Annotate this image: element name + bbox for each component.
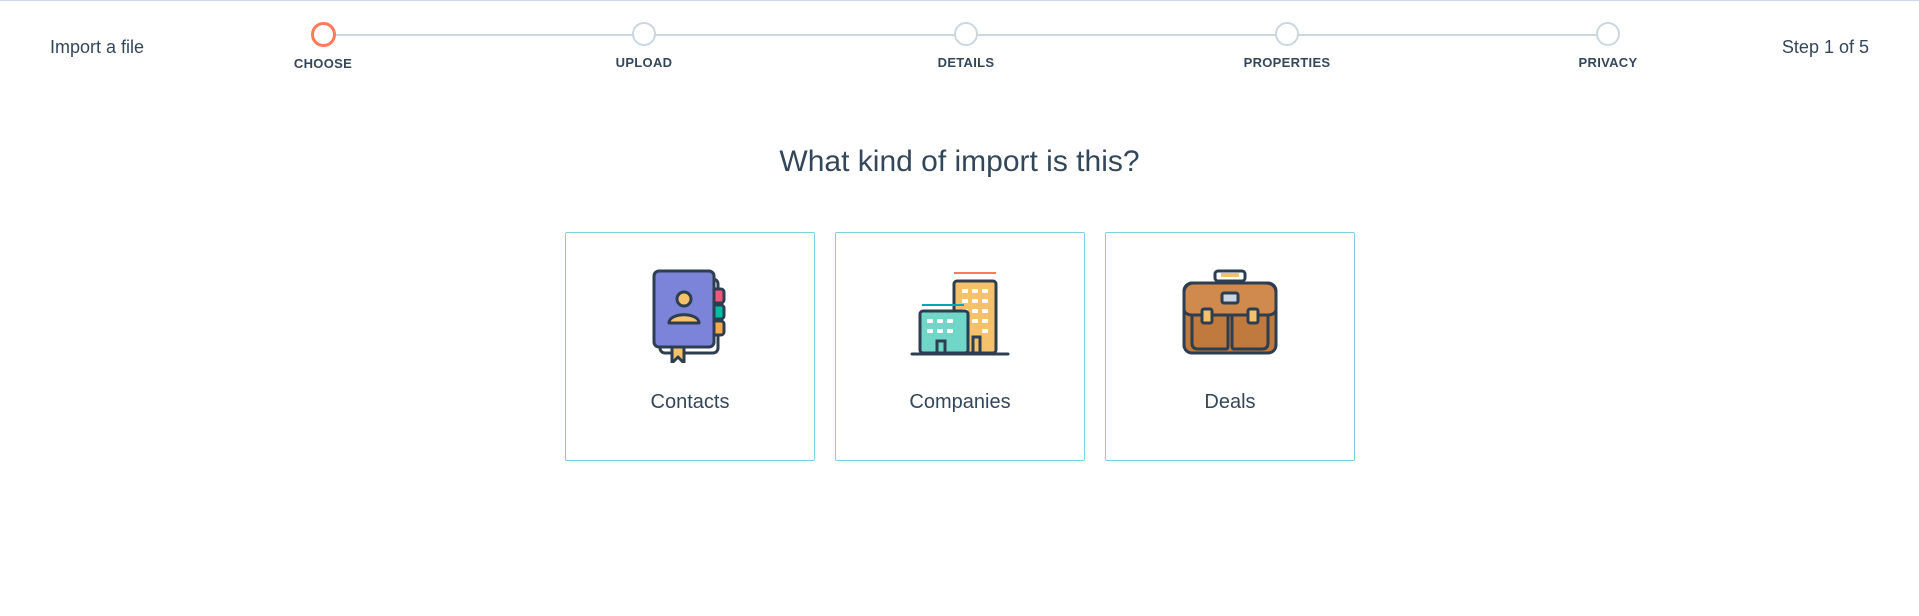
step-choose-dot <box>310 22 336 47</box>
import-header: Import a file CHOOSE UPLOAD DETAILS PROP… <box>0 0 1919 96</box>
step-privacy-label: PRIVACY <box>1578 55 1638 70</box>
progress-stepper: CHOOSE UPLOAD DETAILS PROPERTIES PRIVACY <box>294 22 1637 82</box>
step-choose-label: CHOOSE <box>293 56 353 71</box>
step-upload-label: UPLOAD <box>615 55 673 70</box>
briefcase-icon <box>1182 269 1278 355</box>
step-privacy-dot <box>1596 22 1620 46</box>
step-choose: CHOOSE <box>243 22 403 71</box>
step-privacy: PRIVACY <box>1528 22 1688 70</box>
deals-option-label: Deals <box>1204 391 1256 413</box>
step-upload: UPLOAD <box>564 22 724 70</box>
import-type-question: What kind of import is this? <box>779 145 1140 178</box>
address-book-icon <box>652 269 726 363</box>
step-details-label: DETAILS <box>937 55 995 70</box>
deals-option-card[interactable]: Deals <box>1105 232 1355 461</box>
companies-option-card[interactable]: Companies <box>835 232 1085 461</box>
step-details-dot <box>954 22 978 46</box>
step-properties-dot <box>1275 22 1299 46</box>
buildings-icon <box>910 272 1010 356</box>
step-properties-label: PROPERTIES <box>1243 55 1331 70</box>
step-properties: PROPERTIES <box>1207 22 1367 70</box>
import-type-options: Contacts Companies Deals <box>565 232 1355 461</box>
step-counter: Step 1 of 5 <box>1781 37 1869 57</box>
contacts-option-label: Contacts <box>650 391 730 413</box>
contacts-option-card[interactable]: Contacts <box>565 232 815 461</box>
companies-option-label: Companies <box>909 391 1011 413</box>
page-title: Import a file <box>50 37 145 57</box>
step-details: DETAILS <box>886 22 1046 70</box>
step-upload-dot <box>632 22 656 46</box>
